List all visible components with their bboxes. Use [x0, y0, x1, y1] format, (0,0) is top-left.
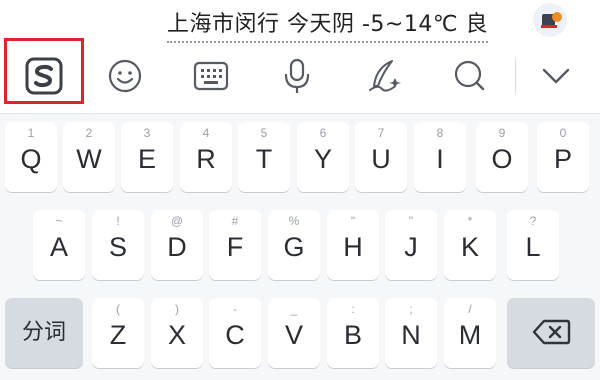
key-r[interactable]: 4 R	[180, 122, 232, 192]
key-label: D	[167, 232, 187, 262]
key-hint: #	[231, 214, 239, 228]
key-q[interactable]: 1 Q	[5, 122, 57, 192]
key-d[interactable]: @ D	[151, 210, 203, 280]
key-hint: 7	[377, 126, 385, 140]
microphone-icon[interactable]	[269, 48, 325, 104]
key-hint: 6	[319, 126, 327, 140]
key-j[interactable]: " J	[385, 210, 437, 280]
key-label: R	[196, 144, 216, 174]
key-hint: "	[350, 214, 356, 228]
key-k[interactable]: * K	[444, 210, 496, 280]
key-m[interactable]: / M	[444, 298, 496, 368]
key-label: Q	[20, 144, 42, 174]
toolbar-separator	[515, 58, 516, 94]
key-hint: ;	[409, 302, 413, 316]
key-hint: )	[175, 302, 179, 316]
key-label: I	[436, 144, 444, 174]
key-hint: !	[116, 214, 120, 228]
key-label: Y	[313, 144, 332, 174]
key-h[interactable]: " H	[327, 210, 379, 280]
key-l[interactable]: ? L	[507, 210, 559, 280]
key-hint: :	[351, 302, 355, 316]
key-label: E	[137, 144, 156, 174]
key-hint: 5	[260, 126, 268, 140]
key-a[interactable]: ~ A	[33, 210, 85, 280]
key-hint: 8	[436, 126, 444, 140]
key-hint: ~	[55, 214, 63, 228]
key-hint: 9	[498, 126, 506, 140]
collapse-chevron-icon[interactable]	[528, 48, 584, 104]
key-s[interactable]: ! S	[92, 210, 144, 280]
key-label: P	[553, 144, 572, 174]
key-hint: @	[170, 214, 184, 228]
segment-key[interactable]: 分词	[5, 298, 83, 368]
key-hint: /	[468, 302, 472, 316]
key-label: A	[49, 232, 68, 262]
key-label: H	[343, 232, 363, 262]
emoji-icon[interactable]	[97, 48, 153, 104]
key-hint: 3	[143, 126, 151, 140]
key-label: K	[460, 232, 479, 262]
key-hint: _	[290, 302, 298, 316]
key-label: W	[76, 144, 102, 174]
key-hint: ?	[529, 214, 537, 228]
key-c[interactable]: - C	[209, 298, 261, 368]
key-g[interactable]: % G	[268, 210, 320, 280]
sogou-logo-icon[interactable]	[16, 48, 72, 104]
key-label: N	[401, 320, 421, 350]
weather-avatar-icon[interactable]	[533, 3, 567, 37]
key-hint: %	[288, 214, 300, 228]
handwriting-icon[interactable]	[356, 48, 412, 104]
key-hint: -	[233, 302, 237, 316]
key-o[interactable]: 9 O	[476, 122, 528, 192]
toolbar-divider	[0, 113, 600, 114]
weather-text[interactable]: 上海市闵行 今天阴 -5~14℃ 良	[167, 6, 489, 43]
search-icon[interactable]	[442, 48, 498, 104]
key-label: B	[343, 320, 362, 350]
keyboard-icon[interactable]	[183, 48, 239, 104]
key-e[interactable]: 3 E	[121, 122, 173, 192]
key-label: J	[404, 232, 418, 262]
key-hint: "	[408, 214, 414, 228]
key-label: X	[167, 320, 186, 350]
key-hint: (	[116, 302, 120, 316]
key-label: T	[255, 144, 273, 174]
key-x[interactable]: ) X	[151, 298, 203, 368]
key-label: U	[371, 144, 391, 174]
key-z[interactable]: ( Z	[92, 298, 144, 368]
key-label: V	[284, 320, 303, 350]
key-y[interactable]: 6 Y	[297, 122, 349, 192]
key-v[interactable]: _ V	[268, 298, 320, 368]
segment-key-label: 分词	[21, 320, 66, 345]
candidate-bar: 上海市闵行 今天阴 -5~14℃ 良	[0, 0, 600, 113]
key-hint: *	[467, 214, 473, 228]
key-p[interactable]: 0 P	[537, 122, 589, 192]
key-label: C	[225, 320, 245, 350]
key-label: F	[226, 232, 244, 262]
key-f[interactable]: # F	[209, 210, 261, 280]
key-u[interactable]: 7 U	[355, 122, 407, 192]
key-i[interactable]: 8 I	[414, 122, 466, 192]
key-label: Z	[109, 320, 127, 350]
backspace-key[interactable]	[507, 298, 595, 368]
key-t[interactable]: 5 T	[238, 122, 290, 192]
key-hint: 4	[202, 126, 210, 140]
key-label: L	[525, 232, 541, 262]
key-hint: 2	[85, 126, 93, 140]
key-w[interactable]: 2 W	[63, 122, 115, 192]
key-label: S	[108, 232, 127, 262]
key-label: O	[491, 144, 513, 174]
key-hint: 1	[27, 126, 35, 140]
key-label: G	[283, 232, 305, 262]
backspace-icon	[507, 318, 595, 351]
key-n[interactable]: ; N	[385, 298, 437, 368]
key-label: M	[458, 320, 482, 350]
key-b[interactable]: : B	[327, 298, 379, 368]
key-hint: 0	[559, 126, 567, 140]
